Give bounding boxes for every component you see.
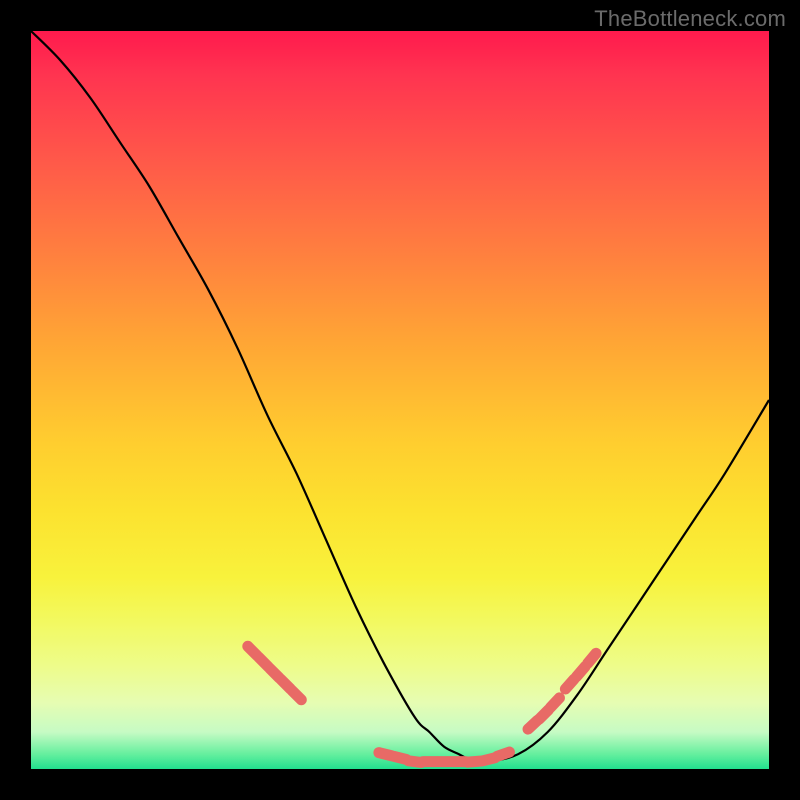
- chart-frame: TheBottleneck.com: [0, 0, 800, 800]
- curve-svg: [31, 31, 769, 769]
- marker-layer: [240, 639, 604, 769]
- watermark-text: TheBottleneck.com: [594, 6, 786, 32]
- curve-marker: [490, 745, 516, 763]
- bottleneck-curve: [31, 31, 769, 763]
- plot-area: [31, 31, 769, 769]
